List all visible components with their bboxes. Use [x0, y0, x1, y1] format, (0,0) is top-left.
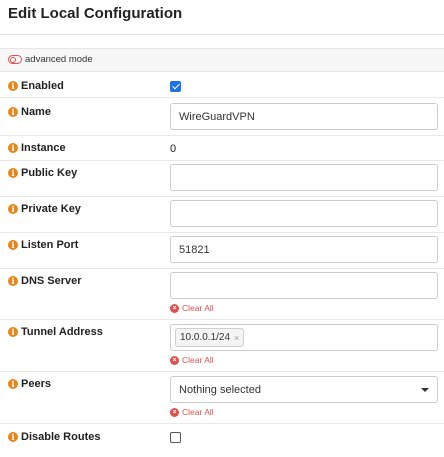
info-icon[interactable]: i — [8, 432, 18, 442]
clear-all-label: Clear All — [182, 407, 214, 417]
info-icon[interactable]: i — [8, 107, 18, 117]
row-divider — [0, 371, 444, 372]
row-divider — [0, 97, 444, 98]
public-key-label-text: Public Key — [21, 167, 78, 179]
caret-down-icon — [421, 387, 429, 392]
dns-server-label-text: DNS Server — [21, 275, 82, 287]
info-icon[interactable]: i — [8, 276, 18, 286]
clear-icon: × — [170, 303, 179, 313]
title-divider — [0, 34, 444, 35]
row-divider — [0, 160, 444, 161]
tunnel-address-tag-input[interactable]: 10.0.0.1/24 × — [170, 324, 438, 351]
dns-server-input[interactable] — [170, 272, 438, 299]
info-icon[interactable]: i — [8, 143, 18, 153]
peers-label: i Peers — [8, 378, 51, 390]
enabled-label: i Enabled — [8, 80, 64, 92]
row-divider — [0, 268, 444, 269]
listen-port-input[interactable]: 51821 — [170, 236, 438, 263]
public-key-input[interactable] — [170, 164, 438, 191]
peers-select[interactable]: Nothing selected — [170, 376, 438, 403]
row-divider — [0, 135, 444, 136]
row-divider — [0, 319, 444, 320]
info-icon[interactable]: i — [8, 168, 18, 178]
dns-server-clear-all[interactable]: × Clear All — [170, 303, 214, 313]
disable-routes-checkbox[interactable] — [170, 432, 181, 443]
advanced-mode-label: advanced mode — [25, 54, 93, 65]
info-icon[interactable]: i — [8, 204, 18, 214]
enabled-checkbox[interactable] — [170, 81, 181, 92]
instance-label-text: Instance — [21, 142, 66, 154]
name-input[interactable]: WireGuardVPN — [170, 103, 438, 130]
clear-all-label: Clear All — [182, 355, 214, 365]
toggle-off-icon — [8, 55, 22, 64]
info-icon[interactable]: i — [8, 327, 18, 337]
peers-selected-value: Nothing selected — [179, 383, 261, 396]
row-divider — [0, 232, 444, 233]
clear-icon: × — [170, 355, 179, 365]
clear-icon: × — [170, 407, 179, 417]
instance-value: 0 — [170, 143, 177, 155]
address-tag: 10.0.0.1/24 × — [175, 328, 245, 347]
tunnel-address-label-text: Tunnel Address — [21, 326, 103, 338]
enabled-label-text: Enabled — [21, 80, 64, 92]
clear-all-label: Clear All — [182, 303, 214, 313]
private-key-label-text: Private Key — [21, 203, 81, 215]
row-divider — [0, 423, 444, 424]
info-icon[interactable]: i — [8, 379, 18, 389]
info-icon[interactable]: i — [8, 81, 18, 91]
address-tag-text: 10.0.0.1/24 — [180, 332, 231, 343]
tunnel-address-clear-all[interactable]: × Clear All — [170, 355, 214, 365]
dns-server-label: i DNS Server — [8, 275, 82, 287]
name-label: i Name — [8, 106, 51, 118]
row-divider — [0, 196, 444, 197]
tunnel-address-label: i Tunnel Address — [8, 326, 103, 338]
advanced-mode-toggle[interactable]: advanced mode — [8, 54, 93, 65]
info-icon[interactable]: i — [8, 240, 18, 250]
remove-tag-icon[interactable]: × — [234, 333, 239, 343]
dialog-title: Edit Local Configuration — [8, 5, 183, 22]
listen-port-label: i Listen Port — [8, 239, 78, 251]
peers-label-text: Peers — [21, 378, 51, 390]
private-key-label: i Private Key — [8, 203, 81, 215]
disable-routes-label-text: Disable Routes — [21, 431, 101, 443]
peers-clear-all[interactable]: × Clear All — [170, 407, 214, 417]
instance-label: i Instance — [8, 142, 66, 154]
edit-local-configuration-dialog: Edit Local Configuration advanced mode i… — [0, 0, 444, 457]
disable-routes-label: i Disable Routes — [8, 431, 100, 443]
name-label-text: Name — [21, 106, 51, 118]
private-key-input[interactable] — [170, 200, 438, 227]
public-key-label: i Public Key — [8, 167, 77, 179]
listen-port-label-text: Listen Port — [21, 239, 79, 251]
